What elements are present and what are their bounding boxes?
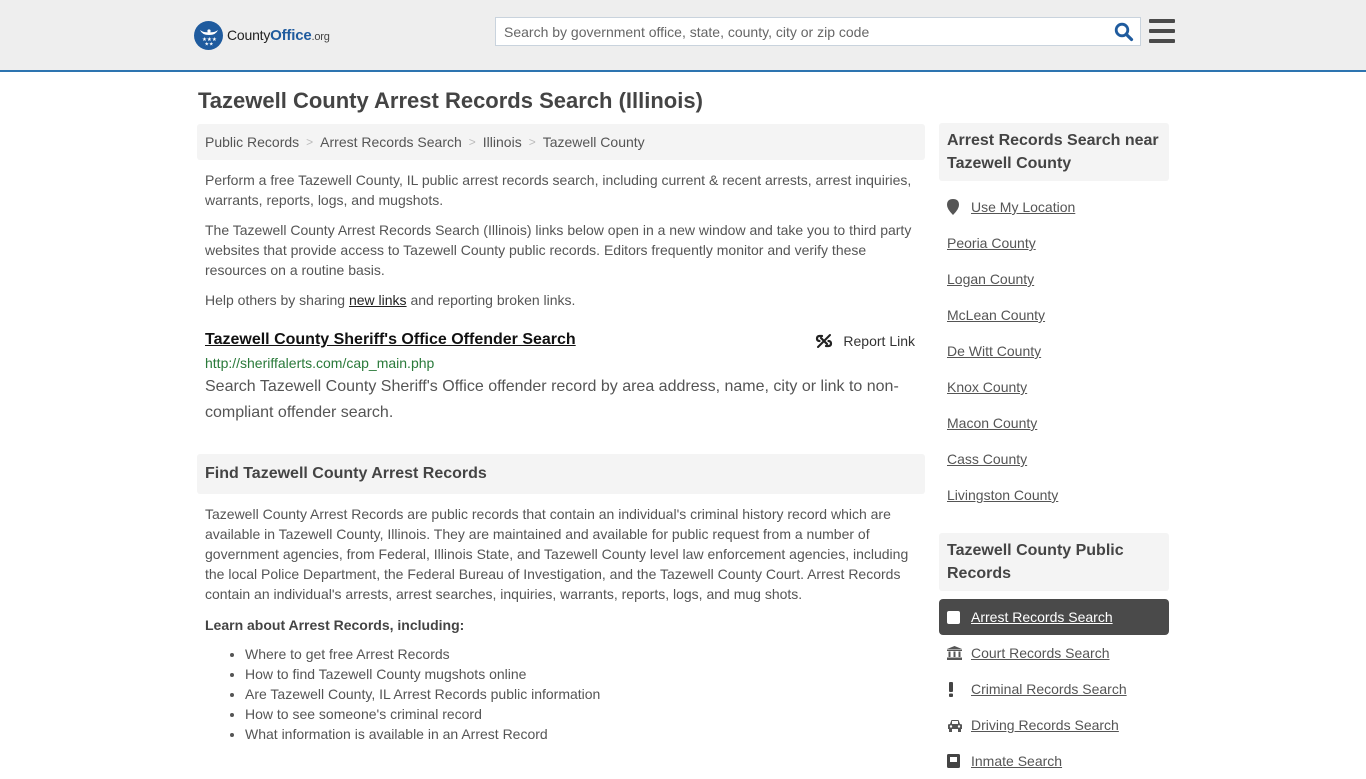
page-title: Tazewell County Arrest Records Search (I… [198, 88, 703, 113]
sidebar: Arrest Records Search near Tazewell Coun… [939, 123, 1169, 779]
logo-prefix: County [227, 26, 271, 43]
sidebar-item-label[interactable]: Arrest Records Search [971, 609, 1113, 625]
intro-paragraph: Perform a free Tazewell County, IL publi… [205, 172, 912, 208]
learn-heading: Learn about Arrest Records, including: [205, 617, 465, 633]
breadcrumb-separator: > [528, 135, 536, 149]
broken-link-icon [816, 334, 833, 348]
share-text-after: and reporting broken links. [406, 292, 576, 308]
breadcrumb-tazewell-county[interactable]: Tazewell County [543, 134, 645, 150]
disclaimer-paragraph: The Tazewell County Arrest Records Searc… [205, 222, 912, 278]
listing-description: Search Tazewell County Sheriff's Office … [205, 378, 899, 421]
sidebar-item-label[interactable]: Inmate Search [971, 753, 1062, 769]
public-records-list: Arrest Records Search Court Records Sear… [939, 599, 1169, 779]
nearby-county-item[interactable]: McLean County [939, 297, 1169, 333]
find-section-heading: Find Tazewell County Arrest Records [197, 454, 925, 494]
breadcrumb-arrest-records-search[interactable]: Arrest Records Search [320, 134, 462, 150]
find-section-body: Tazewell County Arrest Records are publi… [205, 506, 909, 602]
sidebar-item-court-records[interactable]: Court Records Search [939, 635, 1169, 671]
main-content: Public Records > Arrest Records Search >… [197, 124, 925, 744]
nearby-county-link[interactable]: Knox County [947, 379, 1027, 395]
nearby-county-link[interactable]: Peoria County [947, 235, 1036, 251]
nearby-county-item[interactable]: Knox County [939, 369, 1169, 405]
use-my-location-link[interactable]: Use My Location [971, 199, 1075, 215]
hamburger-menu-icon[interactable] [1149, 19, 1175, 43]
nearby-heading: Arrest Records Search near Tazewell Coun… [939, 123, 1169, 181]
report-link-button[interactable]: Report Link [815, 332, 915, 350]
courthouse-icon [947, 646, 971, 660]
learn-list-item: How to find Tazewell County mugshots onl… [245, 664, 925, 684]
sidebar-item-label[interactable]: Court Records Search [971, 645, 1110, 661]
logo-tld: .org [311, 30, 330, 43]
nearby-county-link[interactable]: McLean County [947, 307, 1045, 323]
sidebar-item-criminal-records[interactable]: Criminal Records Search [939, 671, 1169, 707]
new-links-link[interactable]: new links [349, 292, 407, 308]
resource-listing: Tazewell County Sheriff's Office Offende… [197, 330, 925, 426]
share-paragraph: Help others by sharing new links and rep… [197, 290, 925, 310]
learn-list-item: Where to get free Arrest Records [245, 644, 925, 664]
nearby-county-link[interactable]: Cass County [947, 451, 1027, 467]
square-icon [947, 610, 971, 624]
nearby-county-item[interactable]: Logan County [939, 261, 1169, 297]
exclamation-icon [947, 681, 971, 697]
svg-text:★★: ★★ [204, 42, 213, 47]
sidebar-item-inmate-search[interactable]: Inmate Search [939, 743, 1169, 779]
learn-list-item: Are Tazewell County, IL Arrest Records p… [245, 684, 925, 704]
breadcrumb-public-records[interactable]: Public Records [205, 134, 299, 150]
nearby-county-link[interactable]: Livingston County [947, 487, 1058, 503]
nearby-county-item[interactable]: De Witt County [939, 333, 1169, 369]
sidebar-item-label[interactable]: Criminal Records Search [971, 681, 1127, 697]
nearby-county-link[interactable]: Logan County [947, 271, 1034, 287]
breadcrumb: Public Records > Arrest Records Search >… [197, 124, 925, 160]
breadcrumb-illinois[interactable]: Illinois [483, 134, 522, 150]
nearby-county-link[interactable]: De Witt County [947, 343, 1041, 359]
search-button[interactable] [1108, 18, 1140, 45]
nearby-county-link[interactable]: Macon County [947, 415, 1037, 431]
inmate-icon [947, 754, 971, 768]
sidebar-item-driving-records[interactable]: Driving Records Search [939, 707, 1169, 743]
report-link-label: Report Link [843, 333, 915, 349]
use-my-location[interactable]: Use My Location [939, 189, 1169, 225]
listing-url: http://sheriffalerts.com/cap_main.php [205, 355, 435, 371]
search-input[interactable] [496, 18, 1108, 45]
logo-brand: Office [270, 26, 312, 44]
nearby-county-item[interactable]: Cass County [939, 441, 1169, 477]
search-icon [1114, 22, 1134, 41]
search-bar [495, 17, 1141, 46]
share-text-before: Help others by sharing [205, 292, 349, 308]
breadcrumb-separator: > [306, 135, 314, 149]
logo-wordmark: CountyOffice.org [227, 27, 330, 44]
sidebar-item-label[interactable]: Driving Records Search [971, 717, 1119, 733]
eagle-logo-icon: ★★★ ★★ [194, 20, 223, 50]
nearby-list: Use My Location Peoria County Logan Coun… [939, 189, 1169, 513]
nearby-county-item[interactable]: Livingston County [939, 477, 1169, 513]
public-records-heading: Tazewell County Public Records [939, 533, 1169, 591]
breadcrumb-separator: > [468, 135, 476, 149]
sidebar-item-arrest-records[interactable]: Arrest Records Search [939, 599, 1169, 635]
nearby-county-item[interactable]: Peoria County [939, 225, 1169, 261]
listing-title-link[interactable]: Tazewell County Sheriff's Office Offende… [205, 330, 576, 350]
learn-list-item: What information is available in an Arre… [245, 724, 925, 744]
learn-list-item: How to see someone's criminal record [245, 704, 925, 724]
map-marker-icon [947, 199, 971, 215]
top-header: ★★★ ★★ CountyOffice.org [0, 0, 1366, 72]
site-logo[interactable]: ★★★ ★★ CountyOffice.org [194, 20, 330, 50]
nearby-county-item[interactable]: Macon County [939, 405, 1169, 441]
car-icon [947, 719, 971, 732]
learn-list: Where to get free Arrest Records How to … [197, 644, 925, 744]
